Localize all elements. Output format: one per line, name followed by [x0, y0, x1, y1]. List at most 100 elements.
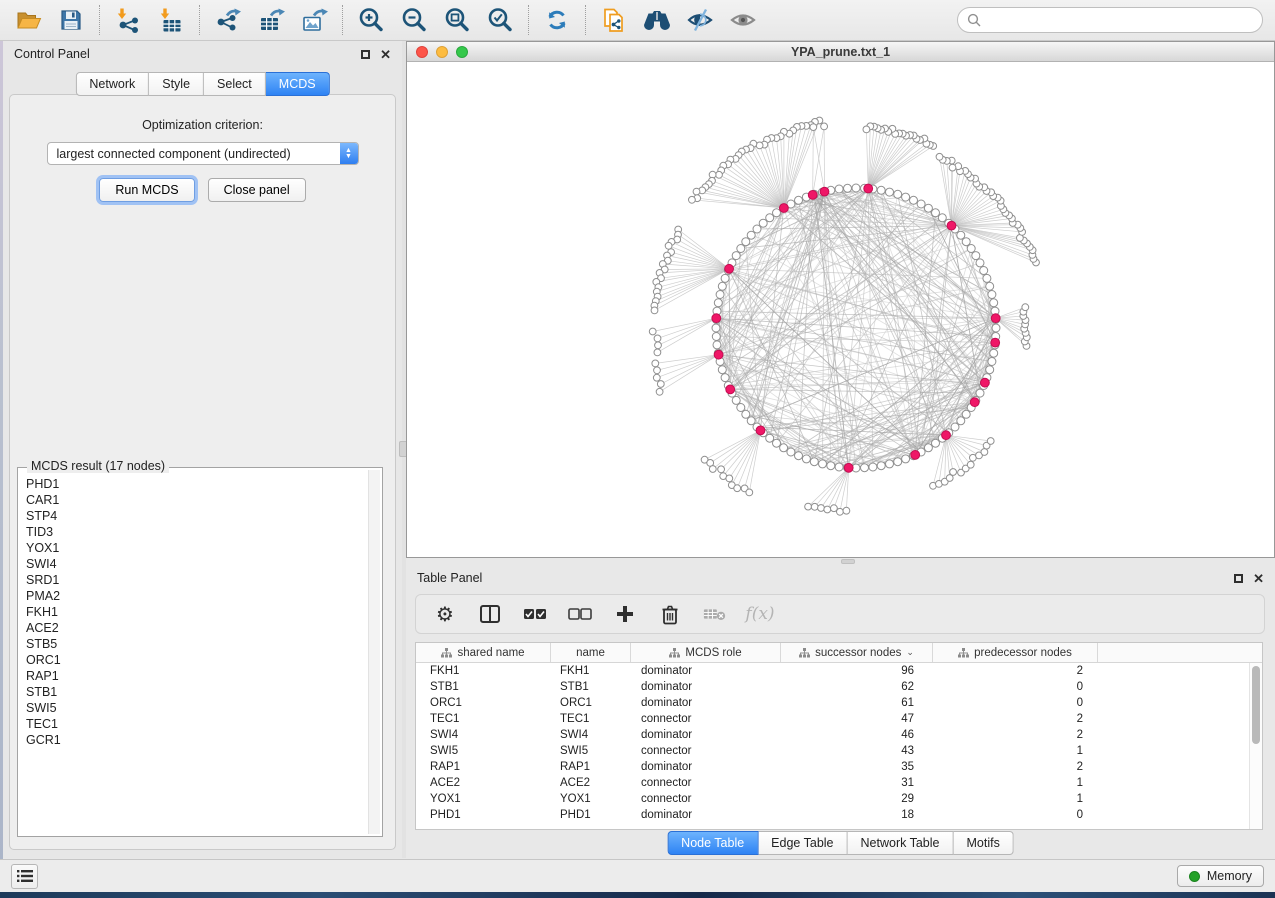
table-settings-button[interactable]: ⚙ — [433, 602, 457, 626]
column-header-successor-nodes[interactable]: successor nodes⌄ — [781, 643, 933, 662]
cell: 1 — [933, 743, 1098, 759]
control-panel-tabs: NetworkStyleSelectMCDS — [75, 72, 329, 96]
hide-selected-button[interactable] — [684, 4, 716, 36]
column-header-predecessor-nodes[interactable]: predecessor nodes — [933, 643, 1098, 662]
search-icon — [967, 13, 982, 28]
table-row[interactable]: SWI4SWI4dominator462 — [416, 727, 1262, 743]
mcds-result-item[interactable]: FKH1 — [23, 604, 365, 620]
tab-network[interactable]: Network — [75, 72, 149, 96]
table-tab-network-table[interactable]: Network Table — [848, 831, 954, 855]
table-row[interactable]: YOX1YOX1connector291 — [416, 791, 1262, 807]
mcds-result-item[interactable]: YOX1 — [23, 540, 365, 556]
zoom-selected-button[interactable] — [484, 4, 516, 36]
cell: YOX1 — [551, 791, 631, 807]
close-window-icon[interactable] — [416, 46, 428, 58]
close-panel-icon[interactable]: ✕ — [1253, 574, 1264, 583]
table-row[interactable]: ORC1ORC1dominator610 — [416, 695, 1262, 711]
table-toolbar: ⚙ — [415, 594, 1265, 634]
memory-button[interactable]: Memory — [1177, 865, 1264, 887]
mcds-result-item[interactable]: SRD1 — [23, 572, 365, 588]
task-history-button[interactable] — [11, 864, 38, 889]
open-file-button[interactable] — [12, 4, 44, 36]
float-panel-icon[interactable] — [361, 50, 370, 59]
cell: RAP1 — [551, 759, 631, 775]
mcds-result-item[interactable]: GCR1 — [23, 732, 365, 748]
select-all-button[interactable] — [523, 602, 547, 626]
export-network-button[interactable] — [212, 4, 244, 36]
mcds-result-item[interactable]: STB1 — [23, 684, 365, 700]
mcds-result-item[interactable]: STP4 — [23, 508, 365, 524]
mcds-list-scrollbar[interactable] — [368, 470, 380, 834]
cell: 62 — [781, 679, 933, 695]
mcds-result-item[interactable]: PMA2 — [23, 588, 365, 604]
table-row[interactable]: PHD1PHD1dominator180 — [416, 807, 1262, 823]
first-neighbors-button[interactable] — [641, 4, 673, 36]
function-builder-button[interactable]: f(x) — [748, 602, 772, 626]
splitter-handle[interactable] — [841, 559, 855, 564]
mcds-result-item[interactable]: TID3 — [23, 524, 365, 540]
table-row[interactable]: RAP1RAP1dominator352 — [416, 759, 1262, 775]
mcds-result-item[interactable]: STB5 — [23, 636, 365, 652]
float-panel-icon[interactable] — [1234, 574, 1243, 583]
cell: STB1 — [551, 679, 631, 695]
run-mcds-button[interactable]: Run MCDS — [99, 178, 194, 202]
delete-column-button[interactable] — [658, 602, 682, 626]
mcds-result-list[interactable]: PHD1CAR1STP4TID3YOX1SWI4SRD1PMA2FKH1ACE2… — [23, 471, 365, 833]
mcds-result-item[interactable]: SWI5 — [23, 700, 365, 716]
mcds-result-item[interactable]: RAP1 — [23, 668, 365, 684]
column-header-name[interactable]: name — [551, 643, 631, 662]
table-tab-motifs[interactable]: Motifs — [953, 831, 1013, 855]
import-network-button[interactable] — [112, 4, 144, 36]
zoom-fit-button[interactable] — [441, 4, 473, 36]
horizontal-splitter[interactable] — [406, 558, 1275, 565]
scrollbar-thumb[interactable] — [1252, 666, 1260, 744]
import-table-button[interactable] — [155, 4, 187, 36]
table-row[interactable]: ACE2ACE2connector311 — [416, 775, 1262, 791]
cell: connector — [631, 791, 781, 807]
tab-mcds[interactable]: MCDS — [266, 72, 330, 96]
show-graphics-details-button[interactable] — [727, 4, 759, 36]
cell: 0 — [933, 679, 1098, 695]
export-table-button[interactable] — [255, 4, 287, 36]
delete-table-button[interactable] — [703, 602, 727, 626]
mcds-result-item[interactable]: PHD1 — [23, 476, 365, 492]
network-graph[interactable] — [407, 62, 1274, 556]
mcds-result-item[interactable]: SWI4 — [23, 556, 365, 572]
table-row[interactable]: FKH1FKH1dominator962 — [416, 663, 1262, 679]
tab-style[interactable]: Style — [149, 72, 204, 96]
table-row[interactable]: TEC1TEC1connector472 — [416, 711, 1262, 727]
export-image-button[interactable] — [298, 4, 330, 36]
cell: RAP1 — [416, 759, 551, 775]
table-tab-edge-table[interactable]: Edge Table — [758, 831, 847, 855]
column-header-MCDS-role[interactable]: MCDS role — [631, 643, 781, 662]
optimization-criterion-select[interactable]: largest connected component (undirected)… — [47, 142, 359, 165]
network-search-field[interactable] — [957, 7, 1263, 33]
cell: ORC1 — [551, 695, 631, 711]
mcds-result-item[interactable]: TEC1 — [23, 716, 365, 732]
minimize-window-icon[interactable] — [436, 46, 448, 58]
zoom-out-button[interactable] — [398, 4, 430, 36]
close-panel-icon[interactable]: ✕ — [380, 50, 391, 59]
refresh-button[interactable] — [541, 4, 573, 36]
show-column-button[interactable] — [478, 602, 502, 626]
clone-network-button[interactable] — [598, 4, 630, 36]
save-session-button[interactable] — [55, 4, 87, 36]
search-input[interactable] — [988, 13, 1253, 27]
close-panel-button[interactable]: Close panel — [208, 178, 306, 202]
mcds-result-item[interactable]: ORC1 — [23, 652, 365, 668]
zoom-in-button[interactable] — [355, 4, 387, 36]
table-row[interactable]: STB1STB1dominator620 — [416, 679, 1262, 695]
table-tab-node-table[interactable]: Node Table — [667, 831, 758, 855]
table-row[interactable]: SWI5SWI5connector431 — [416, 743, 1262, 759]
add-column-button[interactable] — [613, 602, 637, 626]
deselect-all-button[interactable] — [568, 602, 592, 626]
table-scrollbar[interactable] — [1249, 663, 1262, 829]
mcds-result-item[interactable]: CAR1 — [23, 492, 365, 508]
maximize-window-icon[interactable] — [456, 46, 468, 58]
network-window-titlebar[interactable]: YPA_prune.txt_1 — [407, 42, 1274, 62]
cell: dominator — [631, 663, 781, 679]
cell: 1 — [933, 775, 1098, 791]
mcds-result-item[interactable]: ACE2 — [23, 620, 365, 636]
column-header-shared-name[interactable]: shared name — [416, 643, 551, 662]
tab-select[interactable]: Select — [204, 72, 266, 96]
